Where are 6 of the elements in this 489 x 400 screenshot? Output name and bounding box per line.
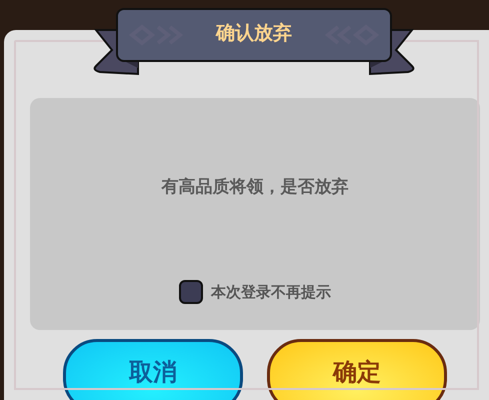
- checkbox[interactable]: [179, 280, 203, 304]
- dialog-title: 确认放弃: [216, 21, 292, 45]
- cancel-button[interactable]: 取消: [63, 339, 243, 400]
- confirm-button[interactable]: 确定: [267, 339, 447, 400]
- dialog-message: 有高品质将领，是否放弃: [162, 176, 348, 198]
- checkbox-label[interactable]: 本次登录不再提示: [211, 282, 331, 302]
